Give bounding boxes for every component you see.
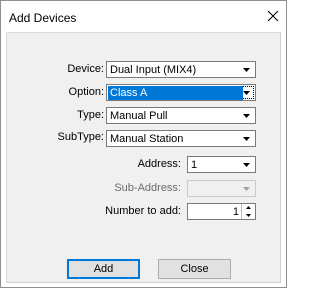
option-label-text: Option: xyxy=(68,86,104,98)
subtype-value: Manual Station xyxy=(110,133,184,145)
spin-up-icon[interactable] xyxy=(242,204,255,211)
type-value: Manual Pull xyxy=(110,110,168,122)
close-button-label: Close xyxy=(180,263,209,275)
chevron-down-icon xyxy=(243,114,250,118)
close-icon[interactable] xyxy=(264,7,282,25)
option-value: Class A xyxy=(108,86,243,100)
chevron-down-icon xyxy=(243,91,250,95)
number-to-add-value: 1 xyxy=(232,206,239,218)
chevron-down-icon xyxy=(243,137,250,141)
stepper-buttons xyxy=(241,204,255,219)
chevron-down-icon xyxy=(243,163,250,167)
sub-address-label-text: Sub-Address: xyxy=(114,182,181,194)
title-bar: Add Devices xyxy=(1,1,286,31)
address-select[interactable]: 1 xyxy=(187,156,256,173)
type-label-text: Type: xyxy=(77,109,104,121)
device-value: Dual Input (MIX4) xyxy=(110,64,197,76)
subtype-select[interactable]: Manual Station xyxy=(106,130,256,147)
device-select[interactable]: Dual Input (MIX4) xyxy=(106,61,256,78)
number-to-add-label: Number to add: xyxy=(87,205,181,217)
chevron-down-icon xyxy=(243,68,250,72)
add-button-label: Add xyxy=(93,263,114,275)
address-label-text: Address: xyxy=(137,158,181,170)
spin-down-icon[interactable] xyxy=(242,212,255,219)
device-label-text: Device: xyxy=(67,63,104,75)
option-label: Option: xyxy=(37,86,104,98)
dialog-panel: Device: Dual Input (MIX4) Option: Class … xyxy=(6,32,281,283)
option-select[interactable]: Class A xyxy=(106,84,256,101)
dialog-title: Add Devices xyxy=(9,11,77,25)
number-to-add-label-text: Number to add: xyxy=(105,205,181,217)
type-select[interactable]: Manual Pull xyxy=(106,107,256,124)
add-button[interactable]: Add xyxy=(67,259,140,279)
type-label: Type: xyxy=(37,109,104,121)
close-button[interactable]: Close xyxy=(158,259,231,279)
device-label: Device: xyxy=(37,63,104,75)
subtype-label: SubType: xyxy=(17,131,104,143)
address-value: 1 xyxy=(191,159,198,171)
sub-address-select xyxy=(187,180,256,197)
sub-address-label: Sub-Address: xyxy=(97,182,181,194)
subtype-label-text: SubType: xyxy=(57,131,104,143)
chevron-down-icon xyxy=(243,187,250,191)
number-to-add-stepper[interactable]: 1 xyxy=(187,203,256,220)
add-devices-dialog: Add Devices Device: Dual Input (MIX4) Op… xyxy=(0,0,287,288)
address-label: Address: xyxy=(107,158,181,170)
